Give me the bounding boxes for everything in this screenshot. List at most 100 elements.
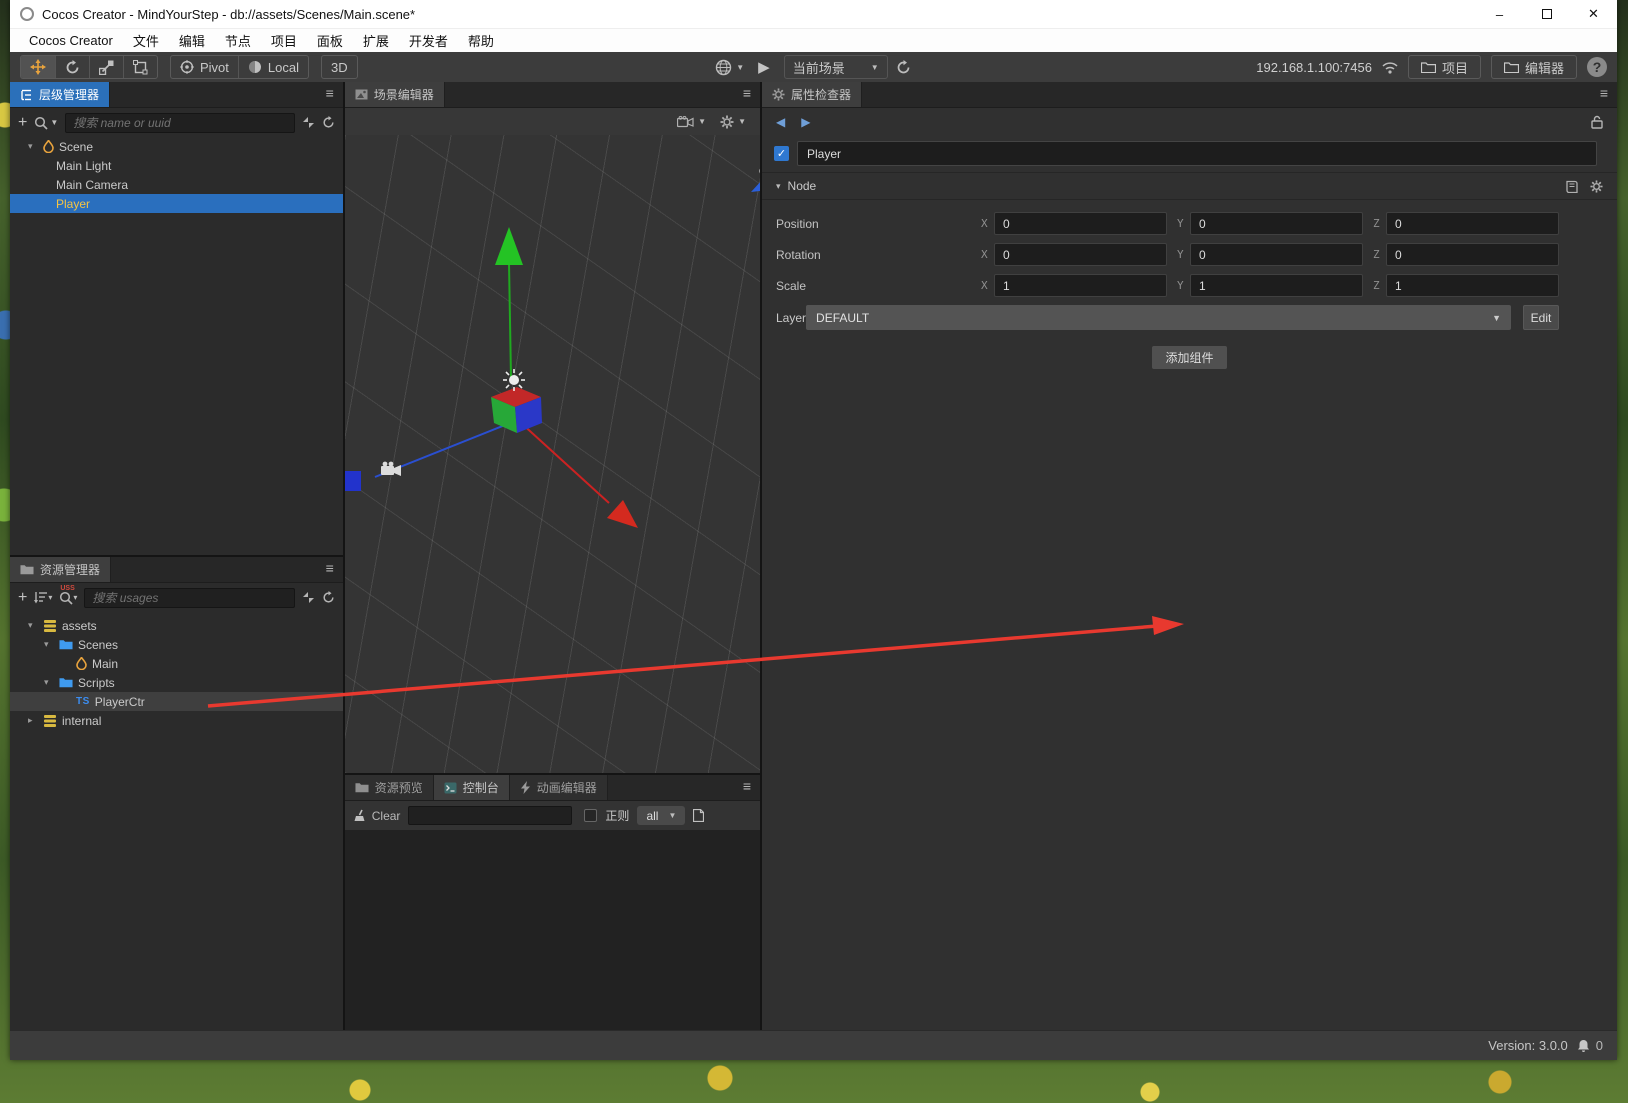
history-forward-button[interactable]: ▶ — [801, 115, 810, 129]
close-button[interactable]: ✕ — [1570, 0, 1617, 28]
menu-cocos-creator[interactable]: Cocos Creator — [20, 31, 122, 50]
3d-mode-button[interactable]: 3D — [322, 56, 357, 78]
section-collapse-arrow[interactable]: ▾ — [776, 181, 781, 192]
menu-developer[interactable]: 开发者 — [400, 29, 457, 52]
lock-inspector-button[interactable] — [1591, 115, 1603, 129]
assets-refresh-button[interactable] — [322, 591, 335, 604]
rotation-y-input[interactable] — [1190, 243, 1363, 266]
tab-console[interactable]: 控制台 — [433, 775, 510, 800]
expand-arrow-icon[interactable]: ▾ — [44, 677, 54, 688]
collapse-all-button[interactable] — [302, 116, 315, 129]
console-panel-menu-icon[interactable]: ≡ — [743, 778, 751, 794]
play-button[interactable]: ▶ — [758, 58, 770, 76]
viewport-settings-button[interactable]: ▼ — [720, 115, 746, 129]
search-type-button[interactable]: ▼ — [34, 116, 58, 130]
scene-viewport[interactable] — [344, 135, 760, 773]
hierarchy-search-input[interactable] — [65, 112, 295, 133]
menu-edit[interactable]: 编辑 — [170, 29, 214, 52]
regex-checkbox[interactable] — [584, 809, 598, 822]
tab-inspector[interactable]: 属性检查器 — [762, 82, 863, 107]
hierarchy-node-scene[interactable]: ▾ Scene — [10, 137, 343, 156]
maximize-button[interactable] — [1523, 0, 1570, 28]
hierarchy-node-main-camera[interactable]: Main Camera — [10, 175, 343, 194]
menu-project[interactable]: 项目 — [262, 29, 306, 52]
expand-arrow-icon[interactable]: ▾ — [28, 141, 38, 152]
menu-panel[interactable]: 面板 — [308, 29, 352, 52]
tab-asset-preview[interactable]: 资源预览 — [344, 775, 434, 800]
hierarchy-node-main-light[interactable]: Main Light — [10, 156, 343, 175]
position-z-input[interactable] — [1386, 212, 1559, 235]
create-node-button[interactable]: + — [18, 114, 27, 131]
scene-tabbar: 场景编辑器 ≡ — [344, 82, 760, 108]
console-output[interactable] — [344, 830, 760, 1030]
log-level-dropdown[interactable]: all ▼ — [637, 806, 686, 825]
menu-help[interactable]: 帮助 — [459, 29, 503, 52]
scene-select-dropdown[interactable]: 当前场景 ▼ — [783, 55, 888, 79]
tab-scene-editor[interactable]: 场景编辑器 — [344, 82, 445, 107]
y-axis-arrow — [494, 227, 523, 265]
node-settings-gear-icon[interactable] — [1590, 179, 1603, 193]
history-back-button[interactable]: ◀ — [776, 115, 785, 129]
notifications-button[interactable]: 0 — [1577, 1038, 1603, 1053]
menu-node[interactable]: 节点 — [216, 29, 260, 52]
asset-item-scripts-folder[interactable]: ▾ Scripts — [10, 673, 343, 692]
open-editor-button[interactable]: 编辑器 — [1490, 55, 1577, 79]
menu-extension[interactable]: 扩展 — [354, 29, 398, 52]
node-name-input[interactable] — [797, 141, 1597, 166]
reload-button[interactable] — [896, 59, 911, 75]
asset-item-scenes-folder[interactable]: ▾ Scenes — [10, 635, 343, 654]
tab-assets[interactable]: 资源管理器 — [10, 557, 112, 582]
clear-console-button[interactable]: Clear — [354, 809, 400, 823]
close-icon: ✕ — [1588, 6, 1599, 21]
console-filter-input[interactable] — [408, 806, 573, 825]
viewport-camera-button[interactable]: ▼ — [677, 115, 706, 128]
node-section-header[interactable]: ▾ Node — [762, 172, 1617, 200]
create-asset-button[interactable]: + — [18, 589, 27, 606]
inspector-panel-menu-icon[interactable]: ≡ — [1600, 85, 1608, 101]
hierarchy-refresh-button[interactable] — [322, 116, 335, 129]
menu-file[interactable]: 文件 — [124, 29, 168, 52]
asset-item-internal[interactable]: ▸ internal — [10, 711, 343, 730]
local-space-button[interactable]: Local — [239, 56, 308, 78]
rotation-x-input[interactable] — [994, 243, 1167, 266]
sort-assets-button[interactable]: ▾ — [34, 591, 52, 604]
search-filter-button[interactable]: USS ▾ — [59, 585, 77, 605]
assets-panel-menu-icon[interactable]: ≡ — [326, 560, 334, 576]
assets-search-input[interactable] — [84, 587, 295, 608]
expand-arrow-icon[interactable]: ▾ — [28, 620, 38, 631]
tab-animation-editor[interactable]: 动画编辑器 — [509, 775, 608, 800]
rotate-tool-button[interactable] — [56, 56, 90, 78]
asset-item-main-scene[interactable]: Main — [10, 654, 343, 673]
preview-platform-button[interactable]: ▼ — [715, 59, 744, 76]
layer-edit-button[interactable]: Edit — [1523, 305, 1559, 330]
tab-hierarchy[interactable]: 层级管理器 — [10, 82, 111, 107]
move-tool-button[interactable] — [21, 56, 56, 78]
add-component-button[interactable]: 添加组件 — [1152, 346, 1227, 369]
scale-x-input[interactable] — [994, 274, 1167, 297]
expand-arrow-icon[interactable]: ▾ — [44, 639, 54, 650]
asset-item-playerctr-script[interactable]: TS PlayerCtr — [10, 692, 343, 711]
assets-collapse-button[interactable] — [302, 591, 315, 604]
minimize-button[interactable]: – — [1476, 0, 1523, 28]
scene-panel-menu-icon[interactable]: ≡ — [743, 85, 751, 101]
open-log-file-button[interactable] — [693, 809, 705, 822]
scale-y-input[interactable] — [1190, 274, 1363, 297]
scene-gizmos — [344, 168, 760, 528]
scale-tool-button[interactable] — [90, 56, 124, 78]
rect-tool-button[interactable] — [124, 56, 157, 78]
node-active-checkbox[interactable]: ✓ — [774, 146, 789, 161]
layer-dropdown[interactable]: DEFAULT ▼ — [806, 305, 1511, 330]
expand-arrow-icon[interactable]: ▸ — [28, 715, 38, 726]
position-y-input[interactable] — [1190, 212, 1363, 235]
hierarchy-panel-menu-icon[interactable]: ≡ — [326, 85, 334, 101]
rotation-z-input[interactable] — [1386, 243, 1559, 266]
docs-icon[interactable] — [1566, 180, 1578, 193]
asset-item-assets-root[interactable]: ▾ assets — [10, 616, 343, 635]
position-x-input[interactable] — [994, 212, 1167, 235]
pivot-button[interactable]: Pivot — [171, 56, 239, 78]
help-button[interactable]: ? — [1587, 57, 1607, 77]
sort-icon — [34, 592, 48, 604]
scale-z-input[interactable] — [1386, 274, 1559, 297]
hierarchy-node-player[interactable]: Player — [10, 194, 343, 213]
open-project-button[interactable]: 项目 — [1407, 55, 1481, 79]
